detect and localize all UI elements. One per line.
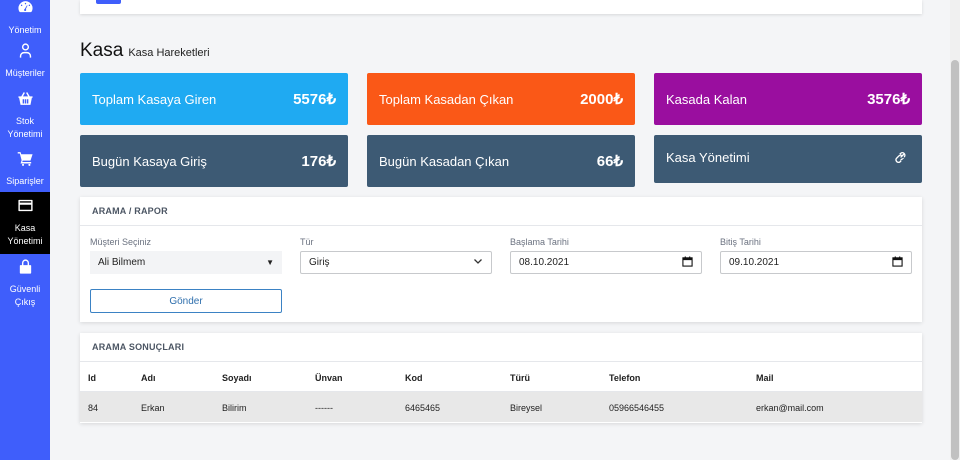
customer-label: Müşteri Seçiniz xyxy=(90,237,152,247)
search-panel-title: ARAMA / RAPOR xyxy=(80,197,922,226)
end-date-value: 09.10.2021 xyxy=(729,257,780,268)
cell-phone: 05966546455 xyxy=(609,403,665,413)
chevron-down-icon xyxy=(473,256,483,269)
end-date-field: Bitiş Tarihi 09.10.2021 xyxy=(720,237,912,274)
customer-value: Ali Bilmem xyxy=(98,257,146,268)
cell-mail: erkan@mail.com xyxy=(756,403,824,413)
card-value: 2000₺ xyxy=(580,91,623,108)
gauge-icon xyxy=(17,0,34,24)
card-today-out: Bugün Kasadan Çıkan 66₺ xyxy=(367,135,635,187)
type-select[interactable]: Giriş xyxy=(300,251,492,274)
column-header-code: Kod xyxy=(405,373,423,383)
page-heading: Kasa Kasa Hareketleri xyxy=(80,40,210,62)
cell-title: ------ xyxy=(315,403,333,413)
card-value: 3576₺ xyxy=(867,91,910,108)
cell-id: 84 xyxy=(88,403,99,413)
sidebar-item-stok[interactable]: Stok Yönetimi xyxy=(0,86,50,146)
card-value: 176₺ xyxy=(301,153,336,170)
card-balance: Kasada Kalan 3576₺ xyxy=(654,73,922,125)
sidebar: Yönetim Müşteriler Stok Yönetimi Sipariş… xyxy=(0,0,50,460)
sidebar-item-label: Müşteriler xyxy=(5,67,45,78)
card-value: 5576₺ xyxy=(293,91,336,108)
top-toolbar xyxy=(80,0,922,14)
sidebar-item-label: Siparişler xyxy=(6,175,44,186)
user-icon xyxy=(17,42,34,67)
card-today-in: Bugün Kasaya Giriş 176₺ xyxy=(80,135,348,187)
column-header-mail: Mail xyxy=(756,373,774,383)
search-panel: ARAMA / RAPOR Müşteri Seçiniz Ali Bilmem… xyxy=(80,197,922,322)
sidebar-item-label: Kasa Yönetimi xyxy=(7,222,43,247)
calendar-icon[interactable] xyxy=(892,255,903,270)
type-field: Tür Giriş xyxy=(300,237,492,274)
page-title: Kasa xyxy=(80,40,124,61)
link-icon[interactable] xyxy=(893,148,910,170)
end-date-input[interactable]: 09.10.2021 xyxy=(720,251,912,274)
table-row[interactable]: 84 Erkan Bilirim ------ 6465465 Bireysel… xyxy=(80,392,922,422)
column-header-title: Ünvan xyxy=(315,373,343,383)
vertical-scrollbar[interactable] xyxy=(950,0,960,460)
scrollbar-thumb[interactable] xyxy=(951,60,959,460)
lock-icon xyxy=(17,258,34,283)
sidebar-item-cikis[interactable]: Güvenli Çıkış xyxy=(0,254,50,314)
column-header-phone: Telefon xyxy=(609,373,641,383)
column-header-name: Adı xyxy=(141,373,156,383)
caret-down-icon: ▼ xyxy=(266,258,274,267)
submit-button[interactable]: Gönder xyxy=(90,289,282,313)
card-label: Bugün Kasadan Çıkan xyxy=(379,153,510,169)
sidebar-item-siparisler[interactable]: Siparişler xyxy=(0,146,50,192)
sidebar-item-musteriler[interactable]: Müşteriler xyxy=(0,36,50,86)
card-label: Toplam Kasaya Giren xyxy=(92,91,217,107)
sidebar-item-label: Güvenli Çıkış xyxy=(9,283,41,308)
results-panel-title: ARAMA SONUÇLARI xyxy=(80,333,922,362)
card-total-in: Toplam Kasaya Giren 5576₺ xyxy=(80,73,348,125)
wallet-icon xyxy=(17,197,34,222)
sidebar-item-yonetim[interactable]: Yönetim xyxy=(0,0,50,36)
cell-name: Erkan xyxy=(141,403,165,413)
basket-icon xyxy=(17,90,34,115)
column-header-type: Türü xyxy=(510,373,530,383)
start-date-label: Başlama Tarihi xyxy=(510,237,569,247)
customer-field: Müşteri Seçiniz Ali Bilmem ▼ xyxy=(90,237,282,274)
sidebar-item-kasa[interactable]: Kasa Yönetimi xyxy=(0,192,50,254)
start-date-value: 08.10.2021 xyxy=(519,257,570,268)
results-panel: ARAMA SONUÇLARI Id Adı Soyadı Ünvan Kod … xyxy=(80,333,922,423)
start-date-input[interactable]: 08.10.2021 xyxy=(510,251,702,274)
end-date-label: Bitiş Tarihi xyxy=(720,237,761,247)
card-total-out: Toplam Kasadan Çıkan 2000₺ xyxy=(367,73,635,125)
card-label: Kasa Yönetimi xyxy=(666,149,750,165)
cell-surname: Bilirim xyxy=(222,403,247,413)
card-label: Bugün Kasaya Giriş xyxy=(92,153,207,169)
card-value: 66₺ xyxy=(596,153,623,170)
column-header-id: Id xyxy=(88,373,96,383)
cell-type: Bireysel xyxy=(510,403,543,413)
type-label: Tür xyxy=(300,237,314,247)
results-table: Id Adı Soyadı Ünvan Kod Türü Telefon Mai… xyxy=(80,362,922,422)
cell-code: 6465465 xyxy=(405,403,441,413)
column-header-surname: Soyadı xyxy=(222,373,252,383)
sidebar-item-label: Yönetim xyxy=(8,24,42,35)
start-date-field: Başlama Tarihi 08.10.2021 xyxy=(510,237,702,274)
toolbar-button[interactable] xyxy=(96,0,121,4)
sidebar-item-label: Stok Yönetimi xyxy=(7,115,43,140)
customer-select[interactable]: Ali Bilmem ▼ xyxy=(90,251,282,274)
card-label: Kasada Kalan xyxy=(666,91,747,107)
cart-icon xyxy=(17,150,34,175)
card-kasa-management[interactable]: Kasa Yönetimi xyxy=(654,135,922,183)
type-value: Giriş xyxy=(309,257,330,268)
table-header-row: Id Adı Soyadı Ünvan Kod Türü Telefon Mai… xyxy=(80,362,922,392)
card-label: Toplam Kasadan Çıkan xyxy=(379,91,514,107)
page-subtitle: Kasa Hareketleri xyxy=(128,47,210,59)
calendar-icon[interactable] xyxy=(682,255,693,270)
